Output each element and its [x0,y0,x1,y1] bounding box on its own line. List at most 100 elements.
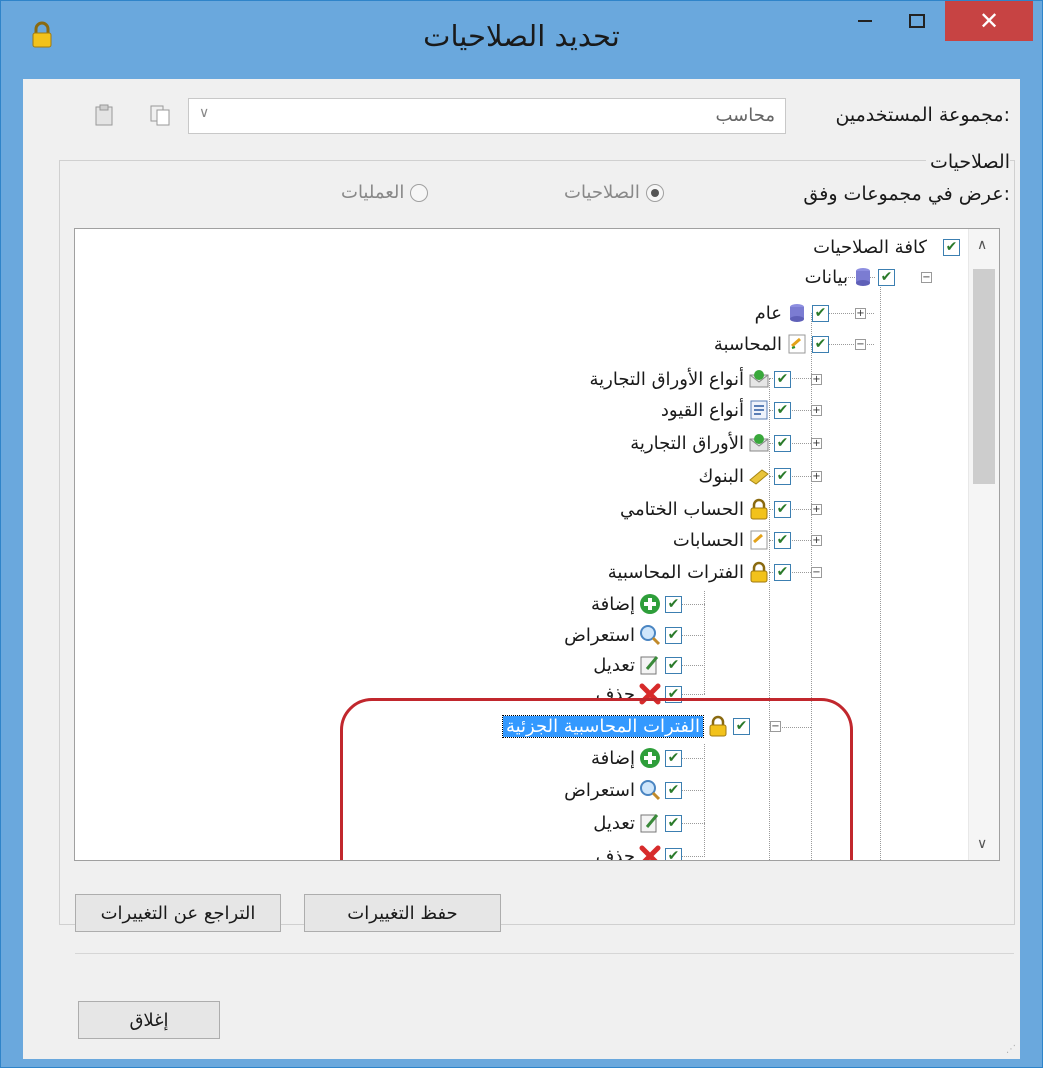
tree-node-add[interactable]: ✔ إضافة [591,591,682,617]
tree-node-banks[interactable]: + ✔ البنوك [699,463,822,489]
tree-node-accounting[interactable]: − ✔ المحاسبة [714,331,866,357]
close-button[interactable]: إغلاق [78,1001,220,1039]
scroll-up-icon[interactable]: ∧ [977,237,987,253]
user-group-combobox[interactable]: محاسب ∨ [188,98,786,134]
tree-node-label-selected: الفترات المحاسبية الجزئية [501,714,705,738]
checkbox-checked[interactable]: ✔ [774,467,791,485]
delete-icon [639,683,661,705]
permissions-tree[interactable]: ✔ كافة الصلاحيات − ✔ بيانات + ✔ عام − ✔ … [74,228,1000,861]
expand-icon[interactable]: + [855,307,866,319]
envelope-icon [748,368,770,390]
edit-icon [639,812,661,834]
tree-node-data[interactable]: − ✔ بيانات [805,264,932,290]
expand-icon[interactable]: + [811,373,822,385]
money-icon [748,465,770,487]
tree-node-label: البنوك [698,465,744,487]
tree-node-browse[interactable]: ✔ استعراض [564,622,682,648]
chevron-down-icon: ∨ [199,105,210,121]
checkbox-checked[interactable]: ✔ [665,626,682,644]
close-window-button[interactable]: ✕ [945,1,1033,41]
checkbox-checked[interactable]: ✔ [665,595,682,613]
scroll-down-icon[interactable]: ∨ [977,836,987,852]
expand-icon[interactable]: + [811,503,822,515]
collapse-icon[interactable]: − [770,720,781,732]
checkbox-checked[interactable]: ✔ [665,847,682,860]
radio-operations-label: العمليات [341,182,405,203]
tree-node-delete[interactable]: ✔ حذف [596,843,682,860]
database-icon [852,266,874,288]
tree-node-label: أنواع الأوراق التجارية [589,368,745,390]
checkbox-checked[interactable]: ✔ [774,500,791,518]
checkbox-checked[interactable]: ✔ [665,685,682,703]
checkbox-checked[interactable]: ✔ [774,401,791,419]
tree-node-commercial-paper-types[interactable]: + ✔ أنواع الأوراق التجارية [589,366,822,392]
search-icon [639,779,661,801]
save-changes-button[interactable]: حفظ التغييرات [304,894,501,932]
tree-node-browse[interactable]: ✔ استعراض [564,777,682,803]
tree-connector [880,277,881,860]
expand-icon[interactable]: + [811,437,822,449]
form-icon [748,399,770,421]
resize-grip-icon[interactable]: ⋰ [1006,1044,1016,1055]
checkbox-checked[interactable]: ✔ [733,717,750,735]
title-bar[interactable]: تحديد الصلاحيات ✕ [1,1,1042,79]
tree-node-root[interactable]: ✔ كافة الصلاحيات [813,234,960,260]
database-icon [786,302,808,324]
tree-node-label: الفترات المحاسبية [607,561,744,583]
tree-node-entry-types[interactable]: + ✔ أنواع القيود [661,397,822,423]
document-icon [748,529,770,551]
expand-icon[interactable]: + [811,404,822,416]
tree-node-accounting-periods[interactable]: − ✔ الفترات المحاسبية [608,559,822,585]
checkbox-checked[interactable]: ✔ [774,531,791,549]
maximize-button[interactable] [891,1,943,41]
minimize-button[interactable] [839,1,891,41]
checkbox-checked[interactable]: ✔ [665,781,682,799]
tree-connector [811,313,812,860]
checkbox-checked[interactable]: ✔ [812,304,829,322]
tree-node-label: إضافة [590,747,635,769]
edit-icon [639,654,661,676]
checkbox-checked[interactable]: ✔ [774,370,791,388]
checkbox-checked[interactable]: ✔ [943,238,960,256]
tree-node-label: تعديل [593,654,635,676]
radio-permissions[interactable]: الصلاحيات [564,182,664,203]
collapse-icon[interactable]: − [855,338,866,350]
tree-node-edit[interactable]: ✔ تعديل [593,652,682,678]
tree-node-commercial-papers[interactable]: + ✔ الأوراق التجارية [630,430,822,456]
tree-node-accounts[interactable]: + ✔ الحسابات [673,527,822,553]
search-icon [639,624,661,646]
copy-icon[interactable] [149,104,171,130]
dialog-client-area: مجموعة المستخدمين: محاسب ∨ الصلاحيات عرض… [23,79,1020,1059]
radio-selected-dot [645,183,664,202]
paste-icon[interactable] [93,104,115,130]
permissions-window: تحديد الصلاحيات ✕ مجموعة المستخدمين: محا… [0,0,1043,1068]
collapse-icon[interactable]: − [921,271,932,283]
user-group-label: مجموعة المستخدمين: [835,104,1010,126]
tree-node-add[interactable]: ✔ إضافة [591,745,682,771]
tree-connector [704,744,705,857]
checkbox-checked[interactable]: ✔ [774,434,791,452]
document-icon [786,333,808,355]
collapse-icon[interactable]: − [811,566,822,578]
checkbox-checked[interactable]: ✔ [665,656,682,674]
minimize-icon [858,20,872,22]
tree-node-final-account[interactable]: + ✔ الحساب الختامي [620,496,822,522]
scrollbar-thumb[interactable] [973,269,995,484]
tree-node-general[interactable]: + ✔ عام [755,300,866,326]
expand-icon[interactable]: + [811,470,822,482]
tree-node-partial-periods[interactable]: − ✔ الفترات المحاسبية الجزئية [501,713,781,739]
checkbox-checked[interactable]: ✔ [774,563,791,581]
checkbox-checked[interactable]: ✔ [665,814,682,832]
expand-icon[interactable]: + [811,534,822,546]
tree-node-label: استعراض [564,624,635,646]
tree-node-label: الحساب الختامي [620,498,744,520]
radio-operations[interactable]: العمليات [341,182,429,203]
tree-node-delete[interactable]: ✔ حذف [596,681,682,707]
checkbox-checked[interactable]: ✔ [665,749,682,767]
tree-node-edit[interactable]: ✔ تعديل [593,810,682,836]
lock-icon [707,715,729,737]
revert-changes-button[interactable]: التراجع عن التغييرات [75,894,281,932]
tree-scrollbar[interactable]: ∧ ∨ [968,229,999,860]
checkbox-checked[interactable]: ✔ [878,268,895,286]
checkbox-checked[interactable]: ✔ [812,335,829,353]
